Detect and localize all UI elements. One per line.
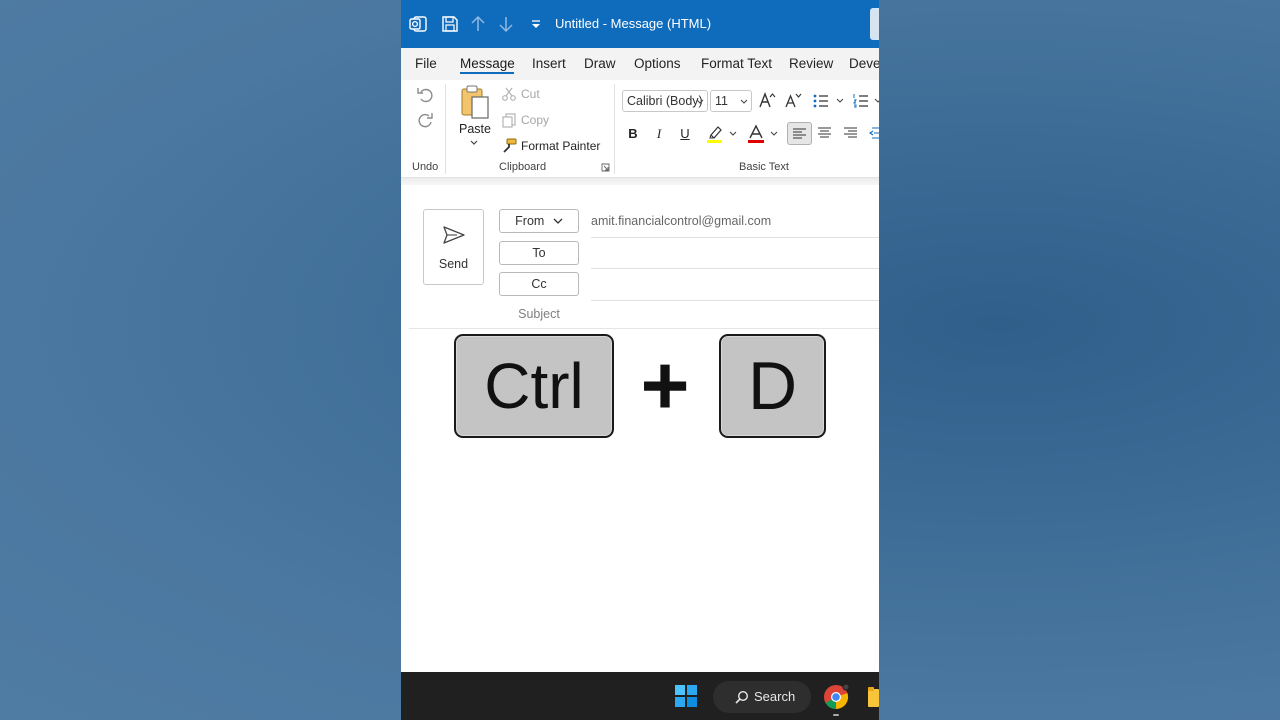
outlook-message-window: Untitled - Message (HTML) File Message I… xyxy=(401,0,879,720)
clipboard-group-label: Clipboard xyxy=(499,161,547,173)
file-explorer-icon[interactable] xyxy=(868,686,879,708)
cut-label[interactable]: Cut xyxy=(521,87,540,101)
font-name-select[interactable]: Calibri (Body) xyxy=(622,90,708,112)
active-tab-indicator xyxy=(460,72,514,74)
copy-label[interactable]: Copy xyxy=(521,113,549,127)
outlook-icon xyxy=(409,16,427,32)
shrink-font-icon[interactable] xyxy=(784,91,802,109)
numbering-icon[interactable] xyxy=(852,92,870,110)
tab-draw[interactable]: Draw xyxy=(584,56,616,71)
redo-icon[interactable] xyxy=(415,110,435,130)
chevron-down-icon[interactable] xyxy=(874,97,879,105)
align-left-button[interactable] xyxy=(787,122,812,145)
taskbar: Search xyxy=(401,672,879,720)
to-button[interactable]: To xyxy=(499,241,579,265)
save-icon[interactable] xyxy=(440,14,460,34)
font-size-value: 11 xyxy=(715,94,728,108)
chevron-down-icon[interactable] xyxy=(469,138,479,148)
chevron-down-icon[interactable] xyxy=(729,130,737,138)
dialog-launcher-icon[interactable] xyxy=(601,163,610,172)
d-key: D xyxy=(719,334,826,438)
subject-input[interactable] xyxy=(409,328,879,329)
down-arrow-icon[interactable] xyxy=(496,14,516,34)
font-name-value: Calibri (Body) xyxy=(627,94,703,108)
windows-start-icon[interactable] xyxy=(675,685,697,707)
subject-label: Subject xyxy=(518,307,560,321)
to-input[interactable] xyxy=(591,268,879,269)
highlight-icon[interactable] xyxy=(706,124,724,144)
send-button[interactable]: Send xyxy=(423,209,484,285)
from-divider xyxy=(591,237,879,238)
format-painter-icon[interactable] xyxy=(501,138,517,154)
from-label: From xyxy=(515,214,545,228)
chevron-down-icon[interactable] xyxy=(770,130,778,138)
from-button[interactable]: From xyxy=(499,209,579,233)
bold-button[interactable]: B xyxy=(626,126,640,141)
plus-sign: + xyxy=(640,338,690,432)
taskbar-search-label: Search xyxy=(754,689,796,704)
send-icon xyxy=(443,226,465,244)
tab-review[interactable]: Review xyxy=(789,56,833,71)
underline-button[interactable]: U xyxy=(678,126,692,141)
grow-font-icon[interactable] xyxy=(758,91,776,109)
tab-options[interactable]: Options xyxy=(634,56,681,71)
align-right-icon[interactable] xyxy=(843,126,858,140)
running-indicator xyxy=(833,714,839,716)
italic-button[interactable]: I xyxy=(652,126,666,142)
title-bar-button[interactable] xyxy=(870,8,879,40)
decrease-indent-icon[interactable] xyxy=(869,126,879,140)
title-bar: Untitled - Message (HTML) xyxy=(401,0,879,48)
cut-icon[interactable] xyxy=(501,86,517,102)
basic-text-group-label: Basic Text xyxy=(739,161,789,173)
ribbon-separator xyxy=(445,84,446,174)
ribbon-shadow xyxy=(401,178,879,185)
cc-input[interactable] xyxy=(591,300,879,301)
ctrl-key: Ctrl xyxy=(454,334,614,438)
cc-button[interactable]: Cc xyxy=(499,272,579,296)
chevron-down-icon[interactable] xyxy=(836,97,844,105)
up-arrow-icon[interactable] xyxy=(468,14,488,34)
chrome-icon[interactable] xyxy=(823,684,849,710)
tab-developer[interactable]: Deve xyxy=(849,56,879,71)
tab-file[interactable]: File xyxy=(415,56,437,71)
taskbar-search[interactable]: Search xyxy=(713,681,811,713)
paste-icon[interactable] xyxy=(459,84,491,120)
align-center-icon[interactable] xyxy=(817,126,832,140)
tab-insert[interactable]: Insert xyxy=(532,56,566,71)
bullets-icon[interactable] xyxy=(812,92,830,110)
tab-message[interactable]: Message xyxy=(460,56,515,71)
ribbon-tabs: File Message Insert Draw Options Format … xyxy=(401,48,879,80)
font-color-icon[interactable] xyxy=(747,124,765,144)
undo-icon[interactable] xyxy=(415,84,435,104)
align-left-icon xyxy=(793,128,806,139)
paste-label[interactable]: Paste xyxy=(459,122,491,136)
font-size-select[interactable]: 11 xyxy=(710,90,752,112)
copy-icon[interactable] xyxy=(501,112,517,128)
format-painter-label[interactable]: Format Painter xyxy=(521,139,600,153)
search-icon xyxy=(735,690,749,704)
undo-group-label: Undo xyxy=(412,161,439,173)
chevron-down-icon xyxy=(740,99,748,104)
chevron-down-icon xyxy=(553,218,563,224)
tab-format-text[interactable]: Format Text xyxy=(701,56,772,71)
customize-toolbar-icon[interactable] xyxy=(526,14,546,34)
send-label: Send xyxy=(438,257,469,271)
window-title: Untitled - Message (HTML) xyxy=(555,16,712,31)
ribbon-separator xyxy=(614,84,615,174)
from-address: amit.financialcontrol@gmail.com xyxy=(591,214,772,228)
chevron-down-icon xyxy=(696,99,704,104)
